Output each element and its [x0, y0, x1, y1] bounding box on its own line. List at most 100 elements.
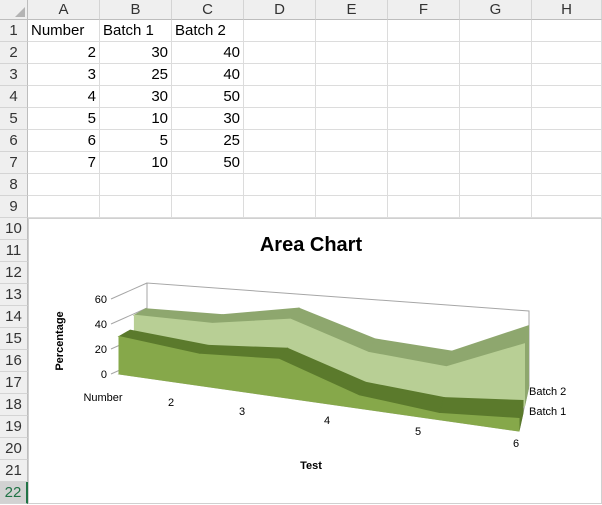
- cell-d1[interactable]: [244, 20, 316, 42]
- cell-g5[interactable]: [460, 108, 532, 130]
- cell-b5[interactable]: 10: [100, 108, 172, 130]
- cell-h8[interactable]: [532, 174, 602, 196]
- column-header-d[interactable]: D: [244, 0, 316, 20]
- cell-c6[interactable]: 25: [172, 130, 244, 152]
- cell-a4[interactable]: 4: [28, 86, 100, 108]
- cell-e9[interactable]: [316, 196, 388, 218]
- cell-g6[interactable]: [460, 130, 532, 152]
- row-header-16[interactable]: 16: [0, 350, 28, 372]
- cell-e6[interactable]: [316, 130, 388, 152]
- cell-e4[interactable]: [316, 86, 388, 108]
- cell-b1[interactable]: Batch 1: [100, 20, 172, 42]
- cell-a5[interactable]: 5: [28, 108, 100, 130]
- cell-d4[interactable]: [244, 86, 316, 108]
- cell-d8[interactable]: [244, 174, 316, 196]
- cell-a2[interactable]: 2: [28, 42, 100, 64]
- cell-g2[interactable]: [460, 42, 532, 64]
- column-header-b[interactable]: B: [100, 0, 172, 20]
- cell-d7[interactable]: [244, 152, 316, 174]
- cell-e5[interactable]: [316, 108, 388, 130]
- cell-h6[interactable]: [532, 130, 602, 152]
- cell-f2[interactable]: [388, 42, 460, 64]
- column-header-h[interactable]: H: [532, 0, 602, 20]
- row-header-21[interactable]: 21: [0, 460, 28, 482]
- row-header-4[interactable]: 4: [0, 86, 28, 108]
- cell-e7[interactable]: [316, 152, 388, 174]
- row-header-1[interactable]: 1: [0, 20, 28, 42]
- cell-f5[interactable]: [388, 108, 460, 130]
- row-header-22[interactable]: 22: [0, 482, 28, 504]
- cell-d9[interactable]: [244, 196, 316, 218]
- cell-b2[interactable]: 30: [100, 42, 172, 64]
- cell-f6[interactable]: [388, 130, 460, 152]
- cell-c9[interactable]: [172, 196, 244, 218]
- cell-h3[interactable]: [532, 64, 602, 86]
- cell-g1[interactable]: [460, 20, 532, 42]
- row-header-7[interactable]: 7: [0, 152, 28, 174]
- cell-c4[interactable]: 50: [172, 86, 244, 108]
- column-header-g[interactable]: G: [460, 0, 532, 20]
- cell-h2[interactable]: [532, 42, 602, 64]
- cell-c8[interactable]: [172, 174, 244, 196]
- row-header-2[interactable]: 2: [0, 42, 28, 64]
- cell-f1[interactable]: [388, 20, 460, 42]
- row-header-6[interactable]: 6: [0, 130, 28, 152]
- cell-h4[interactable]: [532, 86, 602, 108]
- select-all-button[interactable]: [0, 0, 28, 20]
- cell-g9[interactable]: [460, 196, 532, 218]
- cell-c3[interactable]: 40: [172, 64, 244, 86]
- cell-f3[interactable]: [388, 64, 460, 86]
- cell-b3[interactable]: 25: [100, 64, 172, 86]
- row-header-11[interactable]: 11: [0, 240, 28, 262]
- row-header-15[interactable]: 15: [0, 328, 28, 350]
- cell-d2[interactable]: [244, 42, 316, 64]
- cell-c7[interactable]: 50: [172, 152, 244, 174]
- row-header-14[interactable]: 14: [0, 306, 28, 328]
- cell-g7[interactable]: [460, 152, 532, 174]
- cell-g3[interactable]: [460, 64, 532, 86]
- cell-e3[interactable]: [316, 64, 388, 86]
- row-header-8[interactable]: 8: [0, 174, 28, 196]
- cell-e1[interactable]: [316, 20, 388, 42]
- cell-b6[interactable]: 5: [100, 130, 172, 152]
- cell-h5[interactable]: [532, 108, 602, 130]
- row-header-12[interactable]: 12: [0, 262, 28, 284]
- cell-a3[interactable]: 3: [28, 64, 100, 86]
- column-header-c[interactable]: C: [172, 0, 244, 20]
- cell-a8[interactable]: [28, 174, 100, 196]
- row-header-3[interactable]: 3: [0, 64, 28, 86]
- area-chart[interactable]: Area Chart 0 20 40 60 Batch 2 Batch 1 Number 2 3…: [28, 218, 602, 504]
- row-header-13[interactable]: 13: [0, 284, 28, 306]
- cell-c5[interactable]: 30: [172, 108, 244, 130]
- cell-h1[interactable]: [532, 20, 602, 42]
- row-header-20[interactable]: 20: [0, 438, 28, 460]
- cell-g4[interactable]: [460, 86, 532, 108]
- cell-a6[interactable]: 6: [28, 130, 100, 152]
- cell-f4[interactable]: [388, 86, 460, 108]
- row-header-10[interactable]: 10: [0, 218, 28, 240]
- cell-a1[interactable]: Number: [28, 20, 100, 42]
- cell-c1[interactable]: Batch 2: [172, 20, 244, 42]
- cell-f9[interactable]: [388, 196, 460, 218]
- row-header-17[interactable]: 17: [0, 372, 28, 394]
- cell-f8[interactable]: [388, 174, 460, 196]
- cell-d6[interactable]: [244, 130, 316, 152]
- column-header-a[interactable]: A: [28, 0, 100, 20]
- cell-b9[interactable]: [100, 196, 172, 218]
- cell-a7[interactable]: 7: [28, 152, 100, 174]
- cell-c2[interactable]: 40: [172, 42, 244, 64]
- cell-b4[interactable]: 30: [100, 86, 172, 108]
- cell-g8[interactable]: [460, 174, 532, 196]
- cell-d5[interactable]: [244, 108, 316, 130]
- cell-e8[interactable]: [316, 174, 388, 196]
- cell-e2[interactable]: [316, 42, 388, 64]
- cell-b7[interactable]: 10: [100, 152, 172, 174]
- column-header-f[interactable]: F: [388, 0, 460, 20]
- column-header-e[interactable]: E: [316, 0, 388, 20]
- cell-d3[interactable]: [244, 64, 316, 86]
- row-header-5[interactable]: 5: [0, 108, 28, 130]
- cell-a9[interactable]: [28, 196, 100, 218]
- row-header-19[interactable]: 19: [0, 416, 28, 438]
- row-header-9[interactable]: 9: [0, 196, 28, 218]
- cell-h9[interactable]: [532, 196, 602, 218]
